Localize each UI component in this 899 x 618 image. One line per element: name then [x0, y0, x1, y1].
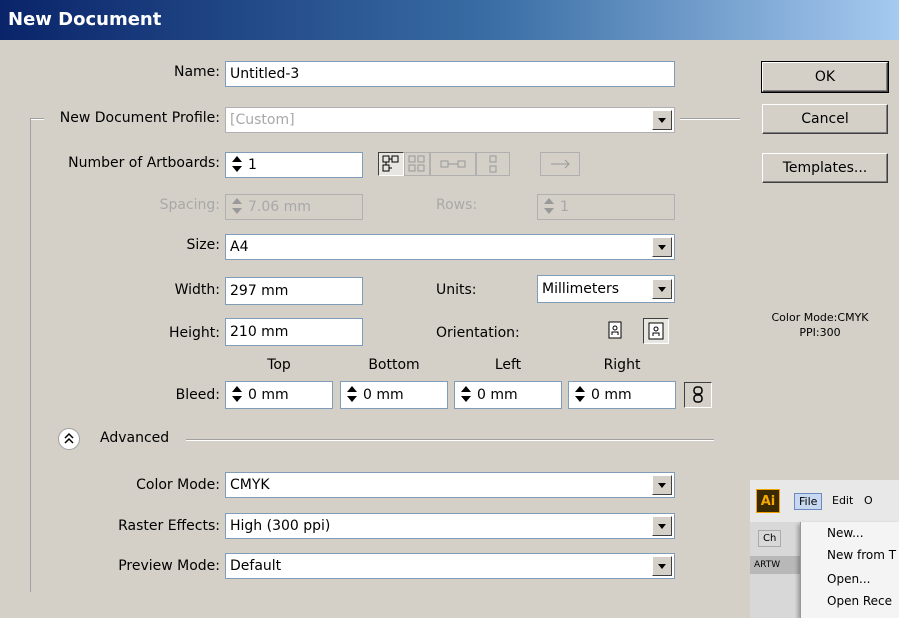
rows-value: 1: [560, 199, 569, 215]
title-bar: New Document: [0, 0, 899, 40]
overlay-panel-header: ARTW: [750, 556, 800, 574]
file-menu-dropdown: New... New from T Open... Open Rece: [800, 522, 899, 618]
window-title: New Document: [8, 9, 162, 30]
profile-label: New Document Profile:: [59, 110, 220, 126]
overlay-file-menu-screenshot: Ai File Edit O Ch ARTW New... New from T…: [750, 480, 899, 618]
bleed-label: Bleed:: [175, 387, 220, 403]
artboards-label: Number of Artboards:: [68, 155, 220, 171]
preview-mode-dropdown[interactable]: Default: [225, 553, 675, 579]
chevron-down-icon: [652, 556, 672, 576]
grid-by-column-icon[interactable]: [404, 152, 430, 176]
landscape-icon[interactable]: [643, 318, 669, 344]
profile-value: [Custom]: [230, 112, 295, 128]
bleed-right-stepper[interactable]: 0 mm: [568, 381, 676, 409]
profile-group-line-right: [680, 118, 740, 120]
overlay-panel: Ch ARTW: [750, 522, 800, 618]
portrait-icon[interactable]: [603, 318, 627, 342]
chevron-down-icon: [652, 475, 672, 495]
height-input[interactable]: 210 mm: [225, 318, 363, 346]
artboards-stepper[interactable]: 1: [225, 152, 363, 178]
color-mode-value: CMYK: [230, 477, 270, 493]
size-dropdown[interactable]: A4: [225, 234, 675, 260]
artboards-value: 1: [248, 157, 257, 173]
menu-edit[interactable]: Edit: [832, 494, 853, 507]
chevron-down-icon: [652, 279, 672, 299]
overlay-panel-tab: Ch: [758, 530, 782, 547]
units-label: Units:: [436, 282, 477, 298]
menu-item-new-from-template[interactable]: New from T: [827, 548, 896, 562]
stepper-icon: [573, 384, 587, 404]
ok-button[interactable]: OK: [761, 61, 889, 93]
width-label: Width:: [174, 282, 220, 298]
chevron-down-icon: [652, 237, 672, 257]
raster-effects-label: Raster Effects:: [118, 518, 220, 534]
raster-effects-value: High (300 ppi): [230, 518, 331, 534]
preview-mode-label: Preview Mode:: [118, 558, 220, 574]
spacing-value: 7.06 mm: [248, 199, 311, 215]
color-mode-dropdown[interactable]: CMYK: [225, 472, 675, 498]
stepper-icon: [230, 384, 244, 404]
arrange-by-row-icon[interactable]: [430, 152, 476, 176]
menu-item-open-recent[interactable]: Open Rece: [827, 594, 892, 608]
size-label: Size:: [186, 237, 220, 253]
bleed-right-header: Right: [603, 357, 641, 373]
advanced-label: Advanced: [100, 430, 170, 446]
menu-item-open[interactable]: Open...: [827, 572, 871, 586]
collapse-advanced-icon[interactable]: [58, 428, 80, 450]
bleed-bottom-stepper[interactable]: 0 mm: [340, 381, 448, 409]
chevron-down-icon: [652, 516, 672, 536]
chevron-down-icon: [652, 110, 672, 130]
rows-label: Rows:: [436, 197, 478, 213]
spacing-label: Spacing:: [159, 197, 220, 213]
bleed-left-value: 0 mm: [477, 387, 518, 403]
templates-button[interactable]: Templates...: [762, 153, 888, 183]
arrange-by-column-icon[interactable]: [476, 152, 510, 176]
profile-dropdown[interactable]: [Custom]: [225, 107, 675, 133]
width-input[interactable]: 297 mm: [225, 277, 363, 305]
arrow-right-icon[interactable]: [540, 152, 580, 176]
name-input[interactable]: Untitled-3: [225, 61, 675, 87]
stepper-icon: [230, 154, 244, 174]
cancel-button[interactable]: Cancel: [762, 104, 888, 134]
bleed-left-header: Left: [494, 357, 522, 373]
color-mode-info: Color Mode:CMYK: [771, 311, 869, 324]
bleed-right-value: 0 mm: [591, 387, 632, 403]
name-label: Name:: [173, 64, 220, 80]
preview-mode-value: Default: [230, 558, 282, 574]
bleed-bottom-header: Bottom: [368, 357, 420, 373]
profile-group-line-left: [30, 118, 44, 120]
profile-group-border: [30, 118, 31, 592]
units-dropdown[interactable]: Millimeters: [537, 275, 675, 303]
bleed-top-value: 0 mm: [248, 387, 289, 403]
units-value: Millimeters: [542, 281, 620, 297]
spacing-stepper[interactable]: 7.06 mm: [225, 194, 363, 220]
stepper-icon: [345, 384, 359, 404]
bleed-left-stepper[interactable]: 0 mm: [454, 381, 562, 409]
advanced-divider: [186, 439, 714, 441]
bleed-bottom-value: 0 mm: [363, 387, 404, 403]
size-value: A4: [230, 239, 249, 255]
menu-file[interactable]: File: [794, 493, 823, 510]
grid-by-row-icon[interactable]: [378, 152, 404, 176]
illustrator-logo: Ai: [756, 489, 780, 513]
stepper-icon: [542, 196, 556, 216]
bleed-top-header: Top: [267, 357, 291, 373]
chain-link-icon[interactable]: [684, 382, 712, 408]
raster-effects-dropdown[interactable]: High (300 ppi): [225, 513, 675, 539]
stepper-icon: [459, 384, 473, 404]
stepper-icon: [230, 196, 244, 216]
orientation-label: Orientation:: [436, 325, 520, 341]
color-mode-label: Color Mode:: [136, 477, 220, 493]
ppi-info: PPI:300: [799, 326, 841, 339]
height-label: Height:: [169, 325, 220, 341]
menu-item-new[interactable]: New...: [827, 526, 864, 540]
rows-stepper[interactable]: 1: [537, 194, 675, 220]
bleed-top-stepper[interactable]: 0 mm: [225, 381, 333, 409]
menu-other[interactable]: O: [864, 494, 873, 507]
